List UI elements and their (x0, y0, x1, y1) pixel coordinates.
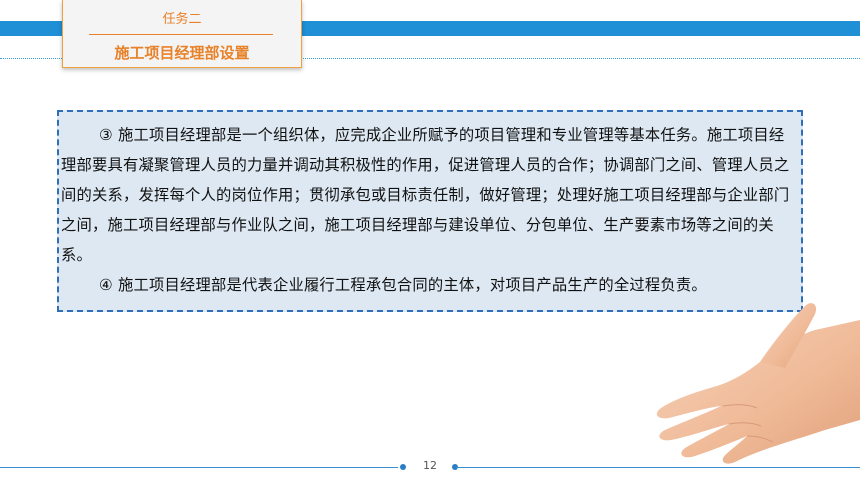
section-subtitle: 任务二 (162, 12, 202, 27)
title-underline (89, 34, 273, 35)
footer-line-right (456, 467, 860, 468)
paragraph-item-4: ④ 施工项目经理部是代表企业履行工程承包合同的主体，对项目产品生产的全过程负责。 (99, 276, 707, 294)
open-hand-image (656, 303, 860, 464)
section-title: 施工项目经理部设置 (114, 44, 250, 62)
footer-line-left (0, 467, 398, 468)
content-text-box: ③ 施工项目经理部是一个组织体，应完成企业所赋予的项目管理和专业管理等基本任务。… (57, 110, 803, 312)
section-title-card: 任务二 施工项目经理部设置 (62, 0, 302, 68)
paragraph-item-3: ③ 施工项目经理部是一个组织体，应完成企业所赋予的项目管理和专业管理等基本任务。… (61, 126, 790, 264)
page-number: 12 (423, 459, 437, 472)
footer-dot-left (400, 464, 406, 470)
